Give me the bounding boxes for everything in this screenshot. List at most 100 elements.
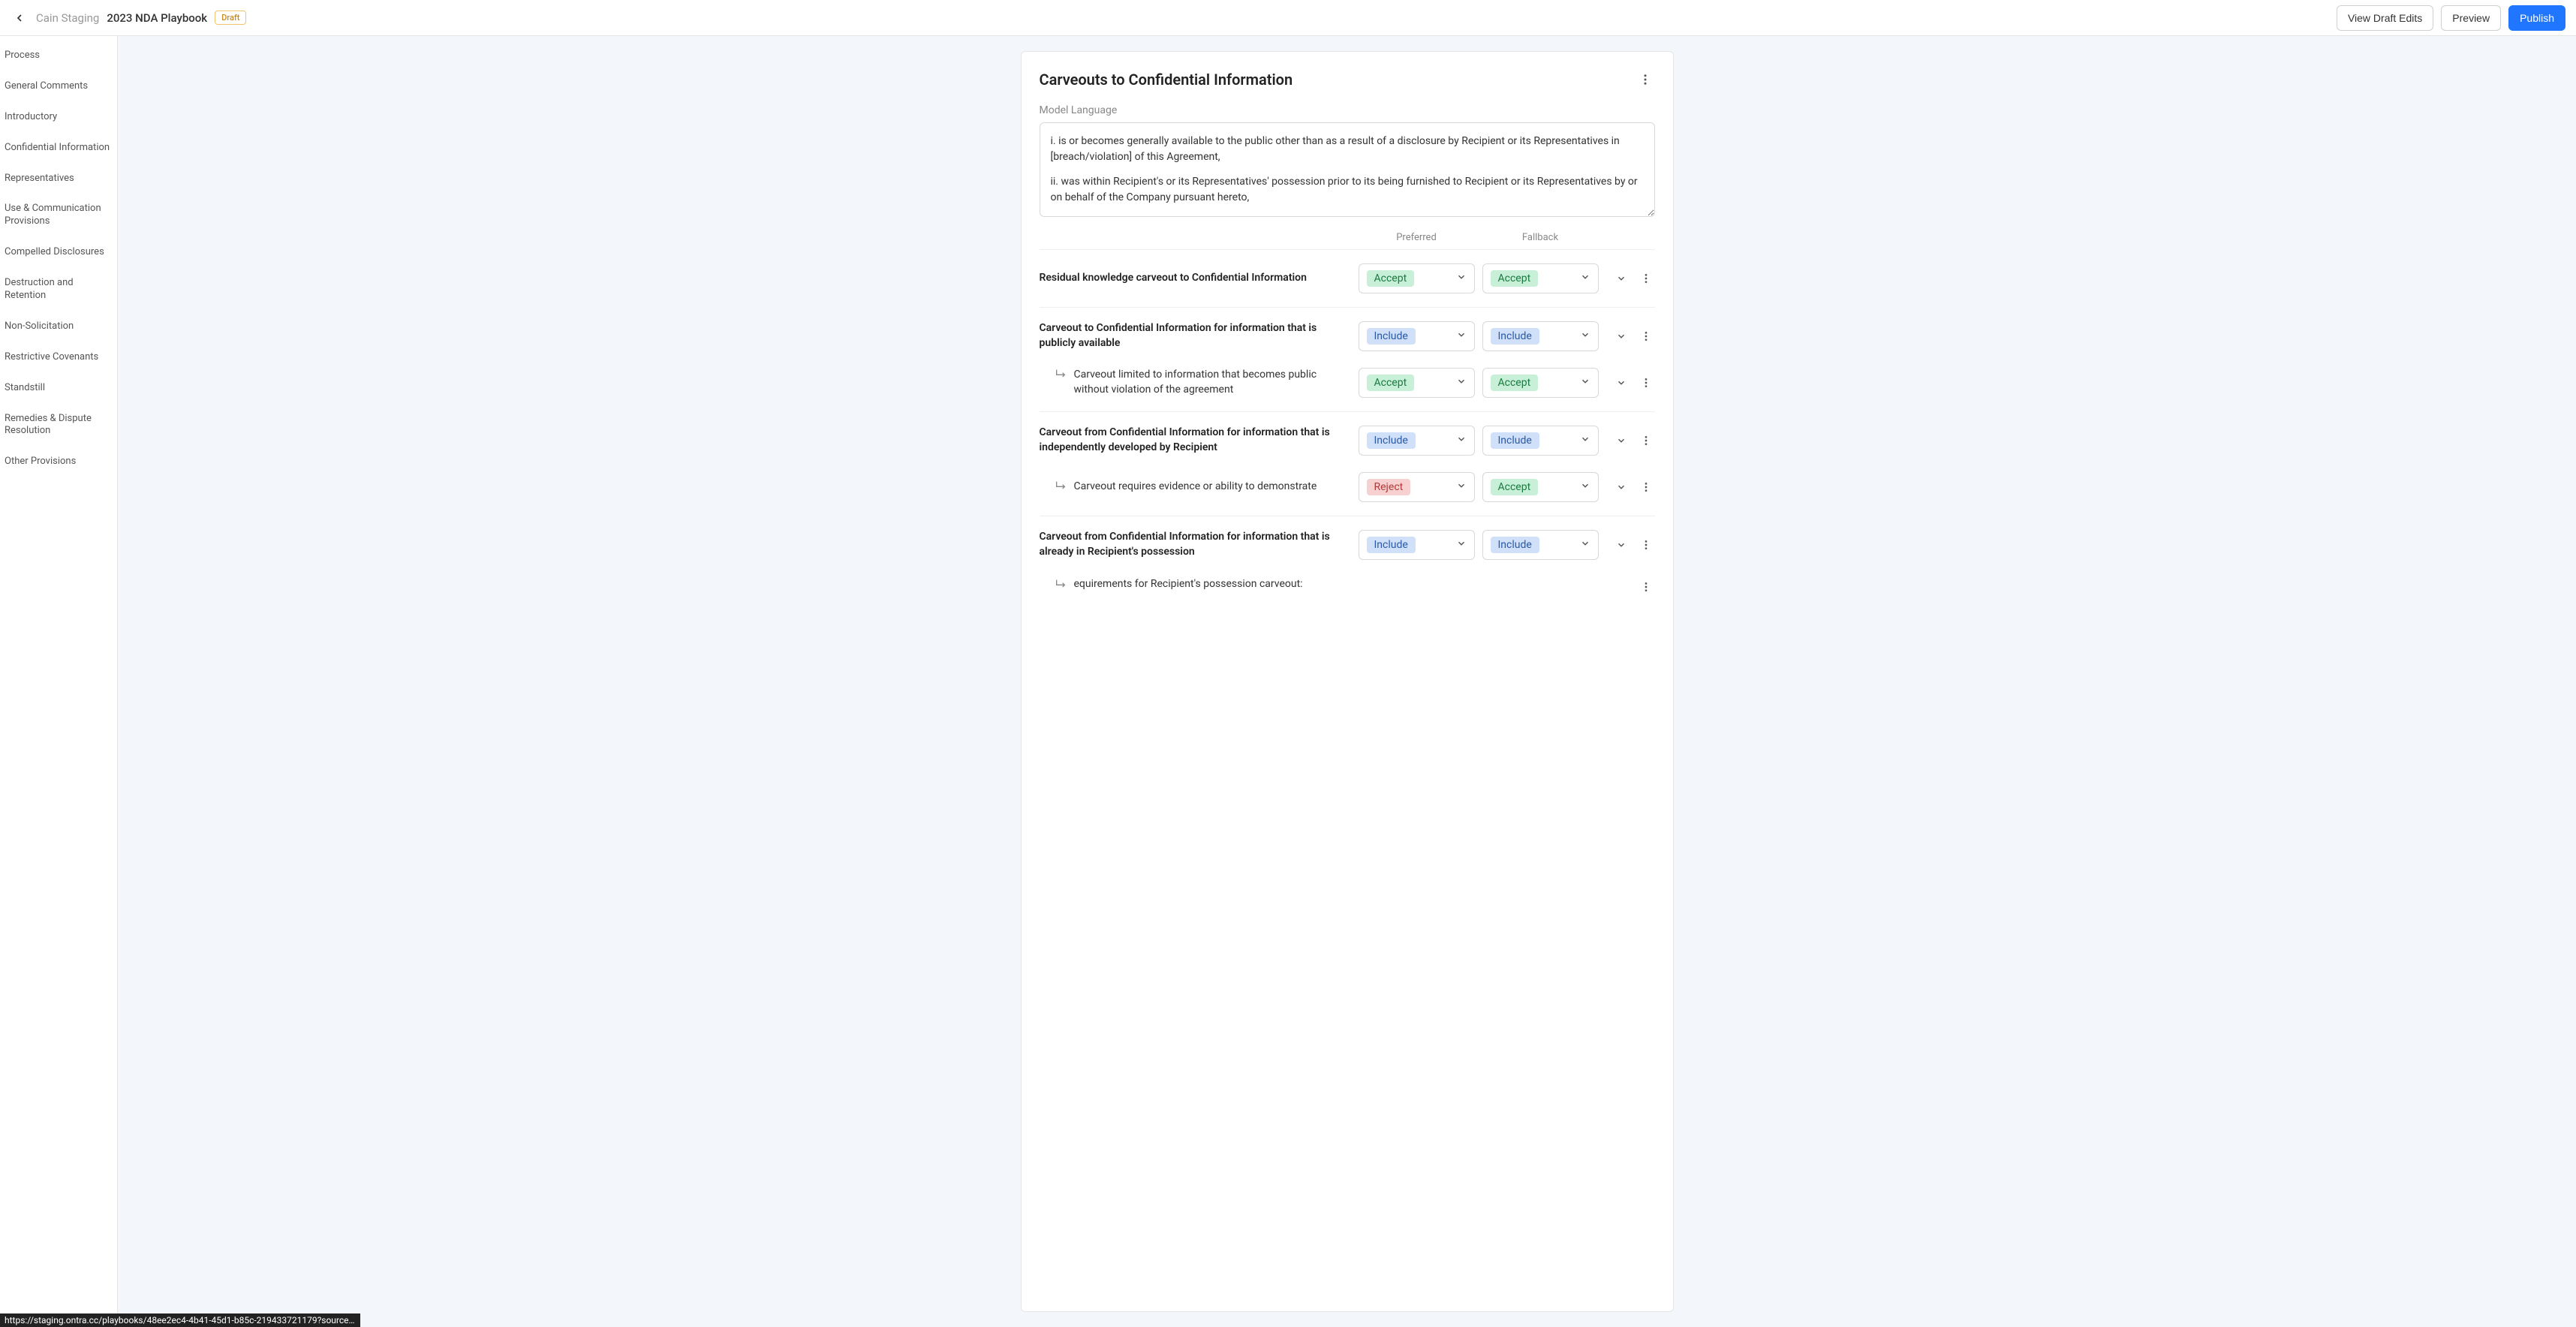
sidebar-item-non-solicitation[interactable]: Non-Solicitation bbox=[0, 311, 117, 342]
more-vertical-icon bbox=[1640, 481, 1652, 493]
preferred-pill: Include bbox=[1367, 432, 1416, 449]
clause-text: Carveout to Confidential Information for… bbox=[1040, 321, 1355, 351]
chevron-down-icon bbox=[1616, 273, 1627, 284]
fallback-select[interactable]: Include bbox=[1482, 321, 1599, 351]
sidebar-item-process[interactable]: Process bbox=[0, 41, 117, 71]
chevron-down-icon bbox=[1456, 272, 1467, 282]
sub-arrow-icon bbox=[1055, 480, 1067, 497]
chevron-down-icon bbox=[1456, 538, 1467, 549]
sidebar-item-introductory[interactable]: Introductory bbox=[0, 102, 117, 133]
clause-row: Residual knowledge carveout to Confident… bbox=[1040, 249, 1655, 307]
sidebar-item-remedies-dispute[interactable]: Remedies & Dispute Resolution bbox=[0, 404, 117, 447]
row-actions bbox=[1602, 536, 1655, 554]
clause-text: Residual knowledge carveout to Confident… bbox=[1040, 271, 1355, 286]
publish-button[interactable]: Publish bbox=[2508, 5, 2565, 31]
chevron-down-icon bbox=[1456, 329, 1467, 340]
chevron-down-icon bbox=[1616, 331, 1627, 342]
header-left: Cain Staging 2023 NDA Playbook Draft bbox=[11, 9, 246, 27]
fallback-select[interactable]: Accept bbox=[1482, 368, 1599, 398]
expand-row-button[interactable] bbox=[1613, 375, 1630, 391]
row-more-button[interactable] bbox=[1637, 478, 1655, 496]
preferred-select[interactable]: Include bbox=[1359, 321, 1475, 351]
preferred-select[interactable]: Reject bbox=[1359, 472, 1475, 502]
card-title: Carveouts to Confidential Information bbox=[1040, 71, 1293, 89]
expand-row-button[interactable] bbox=[1613, 537, 1630, 553]
preferred-select[interactable]: Accept bbox=[1359, 368, 1475, 398]
col-fallback-label: Fallback bbox=[1479, 232, 1602, 243]
sidebar-item-use-communication[interactable]: Use & Communication Provisions bbox=[0, 194, 117, 237]
fallback-pill: Include bbox=[1491, 328, 1539, 345]
preferred-pill: Accept bbox=[1367, 375, 1415, 391]
more-vertical-icon bbox=[1640, 330, 1652, 342]
back-button[interactable] bbox=[11, 9, 29, 27]
sidebar-item-standstill[interactable]: Standstill bbox=[0, 373, 117, 404]
card-more-button[interactable] bbox=[1636, 70, 1655, 89]
preferred-select[interactable]: Include bbox=[1359, 426, 1475, 456]
sidebar-item-representatives[interactable]: Representatives bbox=[0, 164, 117, 194]
row-more-button[interactable] bbox=[1637, 327, 1655, 345]
preferred-select[interactable]: Accept bbox=[1359, 263, 1475, 293]
header-right: View Draft Edits Preview Publish bbox=[2337, 5, 2565, 31]
expand-row-button[interactable] bbox=[1613, 270, 1630, 287]
view-draft-edits-button[interactable]: View Draft Edits bbox=[2337, 5, 2433, 31]
chevron-down-icon bbox=[1580, 434, 1590, 444]
clause-row: Carveout from Confidential Information f… bbox=[1040, 516, 1655, 573]
model-language-para-1: i. is or becomes generally available to … bbox=[1051, 134, 1644, 165]
sidebar-item-compelled-disclosures[interactable]: Compelled Disclosures bbox=[0, 237, 117, 268]
partial-clause-row: equirements for Recipient's possession c… bbox=[1040, 573, 1655, 600]
chevron-down-icon bbox=[1616, 435, 1627, 446]
more-vertical-icon bbox=[1640, 272, 1652, 284]
fallback-pill: Accept bbox=[1491, 270, 1539, 287]
more-vertical-icon bbox=[1640, 435, 1652, 447]
row-more-button[interactable] bbox=[1637, 269, 1655, 287]
chevron-left-icon bbox=[14, 12, 26, 24]
col-preferred-label: Preferred bbox=[1355, 232, 1479, 243]
card-header: Carveouts to Confidential Information bbox=[1040, 70, 1655, 89]
sidebar-item-general-comments[interactable]: General Comments bbox=[0, 71, 117, 102]
partial-clause-text: equirements for Recipient's possession c… bbox=[1040, 578, 1355, 596]
fallback-select[interactable]: Accept bbox=[1482, 263, 1599, 293]
more-vertical-icon bbox=[1640, 377, 1652, 389]
row-more-button[interactable] bbox=[1637, 578, 1655, 596]
fallback-select[interactable]: Include bbox=[1482, 426, 1599, 456]
preferred-pill: Include bbox=[1367, 328, 1416, 345]
columns-header: Preferred Fallback bbox=[1040, 232, 1655, 249]
preview-button[interactable]: Preview bbox=[2441, 5, 2501, 31]
preferred-pill: Accept bbox=[1367, 270, 1415, 287]
breadcrumb-org: Cain Staging bbox=[36, 11, 99, 25]
row-actions bbox=[1602, 327, 1655, 345]
fallback-select[interactable]: Include bbox=[1482, 530, 1599, 560]
row-more-button[interactable] bbox=[1637, 432, 1655, 450]
expand-row-button[interactable] bbox=[1613, 328, 1630, 345]
expand-row-button[interactable] bbox=[1613, 479, 1630, 495]
row-more-button[interactable] bbox=[1637, 374, 1655, 392]
breadcrumb-title: 2023 NDA Playbook bbox=[107, 11, 207, 25]
row-actions bbox=[1602, 269, 1655, 287]
row-actions bbox=[1602, 374, 1655, 392]
fallback-pill: Accept bbox=[1491, 375, 1539, 391]
sidebar-item-destruction-retention[interactable]: Destruction and Retention bbox=[0, 268, 117, 311]
expand-row-button[interactable] bbox=[1613, 432, 1630, 449]
chevron-down-icon bbox=[1456, 480, 1467, 491]
preferred-select[interactable]: Include bbox=[1359, 530, 1475, 560]
fallback-select[interactable]: Accept bbox=[1482, 472, 1599, 502]
main-content: Carveouts to Confidential Information Mo… bbox=[118, 36, 2576, 1327]
fallback-pill: Accept bbox=[1491, 479, 1539, 495]
clause-row: Carveout requires evidence or ability to… bbox=[1040, 469, 1655, 516]
sub-clause-text: Carveout limited to information that bec… bbox=[1040, 368, 1355, 397]
row-more-button[interactable] bbox=[1637, 536, 1655, 554]
sidebar: Process General Comments Introductory Co… bbox=[0, 36, 118, 1327]
clause-text: Carveout from Confidential Information f… bbox=[1040, 530, 1355, 559]
model-language-textarea[interactable]: i. is or becomes generally available to … bbox=[1040, 122, 1655, 217]
sidebar-item-confidential-information[interactable]: Confidential Information bbox=[0, 133, 117, 164]
sub-arrow-icon bbox=[1055, 578, 1067, 593]
clause-row: Carveout limited to information that bec… bbox=[1040, 365, 1655, 411]
clause-card: Carveouts to Confidential Information Mo… bbox=[1021, 51, 1674, 1312]
sub-clause-text: Carveout requires evidence or ability to… bbox=[1040, 480, 1355, 495]
sidebar-item-other-provisions[interactable]: Other Provisions bbox=[0, 447, 117, 477]
sidebar-item-restrictive-covenants[interactable]: Restrictive Covenants bbox=[0, 342, 117, 373]
clause-rows: Residual knowledge carveout to Confident… bbox=[1040, 249, 1655, 573]
clause-row: Carveout from Confidential Information f… bbox=[1040, 411, 1655, 469]
preferred-pill: Reject bbox=[1367, 479, 1411, 495]
chevron-down-icon bbox=[1456, 376, 1467, 387]
